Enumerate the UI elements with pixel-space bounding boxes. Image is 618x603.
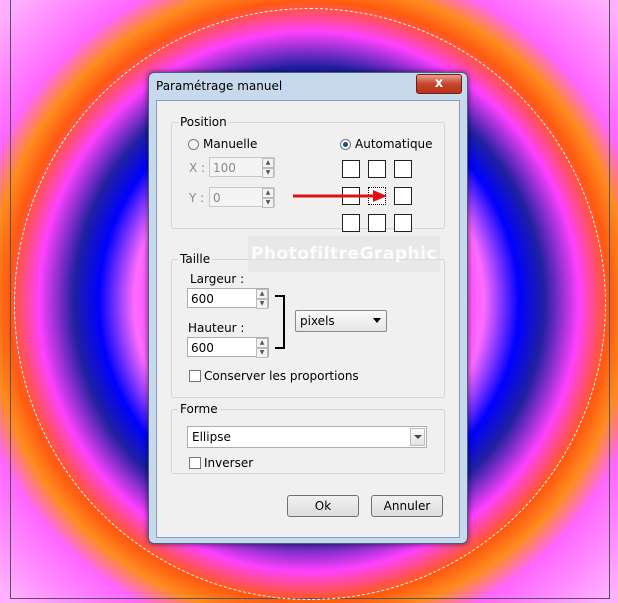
anchor-top-center[interactable] [368, 160, 386, 178]
red-arrow-icon [293, 190, 387, 202]
spin-down-icon[interactable]: ▼ [262, 168, 274, 178]
manual-radio[interactable] [188, 139, 199, 150]
width-spinner[interactable]: ▲ ▼ [256, 289, 268, 309]
spin-up-icon[interactable]: ▲ [256, 338, 268, 348]
automatic-label: Automatique [355, 137, 433, 151]
ok-button[interactable]: Ok [287, 495, 359, 517]
anchor-bottom-center[interactable] [368, 214, 386, 232]
unit-select[interactable]: pixels [295, 310, 387, 332]
invert-label: Inverser [204, 456, 254, 470]
keep-proportions-label: Conserver les proportions [204, 369, 359, 383]
anchor-top-left[interactable] [342, 160, 360, 178]
height-field[interactable]: 600 ▲ ▼ [187, 337, 269, 358]
spin-up-icon[interactable]: ▲ [262, 158, 274, 168]
shape-value: Ellipse [192, 430, 231, 444]
dialog-title: Paramétrage manuel [156, 79, 283, 93]
x-spinner[interactable]: ▲ ▼ [262, 158, 274, 178]
watermark: PhotofiltreGraphic [248, 236, 440, 272]
dialog-titlebar[interactable]: Paramétrage manuel x [149, 73, 467, 97]
anchor-bottom-left[interactable] [342, 214, 360, 232]
link-bracket-icon [275, 295, 285, 349]
width-label: Largeur : [190, 272, 245, 286]
spin-down-icon[interactable]: ▼ [256, 348, 268, 358]
height-spinner[interactable]: ▲ ▼ [256, 338, 268, 358]
size-legend: Taille [180, 252, 211, 266]
anchor-bottom-right[interactable] [394, 214, 412, 232]
unit-value: pixels [300, 314, 335, 328]
x-label: X : [189, 161, 206, 175]
x-field[interactable]: 100 ▲ ▼ [209, 157, 275, 178]
automatic-radio[interactable] [340, 139, 351, 150]
chevron-down-icon[interactable] [410, 428, 425, 446]
shape-legend: Forme [180, 402, 218, 416]
anchor-top-right[interactable] [394, 160, 412, 178]
x-value: 100 [213, 161, 236, 175]
width-field[interactable]: 600 ▲ ▼ [187, 288, 269, 309]
keep-proportions-checkbox[interactable] [189, 370, 201, 382]
manual-settings-dialog: Paramétrage manuel x Position Manuelle A… [148, 72, 468, 544]
shape-combobox[interactable]: Ellipse [187, 426, 427, 448]
width-value: 600 [191, 292, 214, 306]
close-button[interactable]: x [416, 74, 462, 94]
anchor-middle-right[interactable] [394, 187, 412, 205]
spin-up-icon[interactable]: ▲ [256, 289, 268, 299]
spin-down-icon[interactable]: ▼ [256, 299, 268, 309]
y-field[interactable]: 0 ▲ ▼ [209, 187, 275, 208]
y-value: 0 [213, 191, 221, 205]
position-legend: Position [180, 115, 227, 129]
dialog-client-area: Position Manuelle Automatique X : 100 ▲ … [156, 100, 460, 538]
spin-down-icon[interactable]: ▼ [262, 198, 274, 208]
manual-label: Manuelle [203, 137, 258, 151]
chevron-down-icon [373, 318, 381, 323]
cancel-button[interactable]: Annuler [371, 495, 443, 517]
spin-up-icon[interactable]: ▲ [262, 188, 274, 198]
y-label: Y : [189, 191, 205, 205]
close-icon: x [434, 76, 444, 91]
y-spinner[interactable]: ▲ ▼ [262, 188, 274, 208]
height-value: 600 [191, 341, 214, 355]
height-label: Hauteur : [188, 321, 245, 335]
invert-checkbox[interactable] [189, 457, 201, 469]
